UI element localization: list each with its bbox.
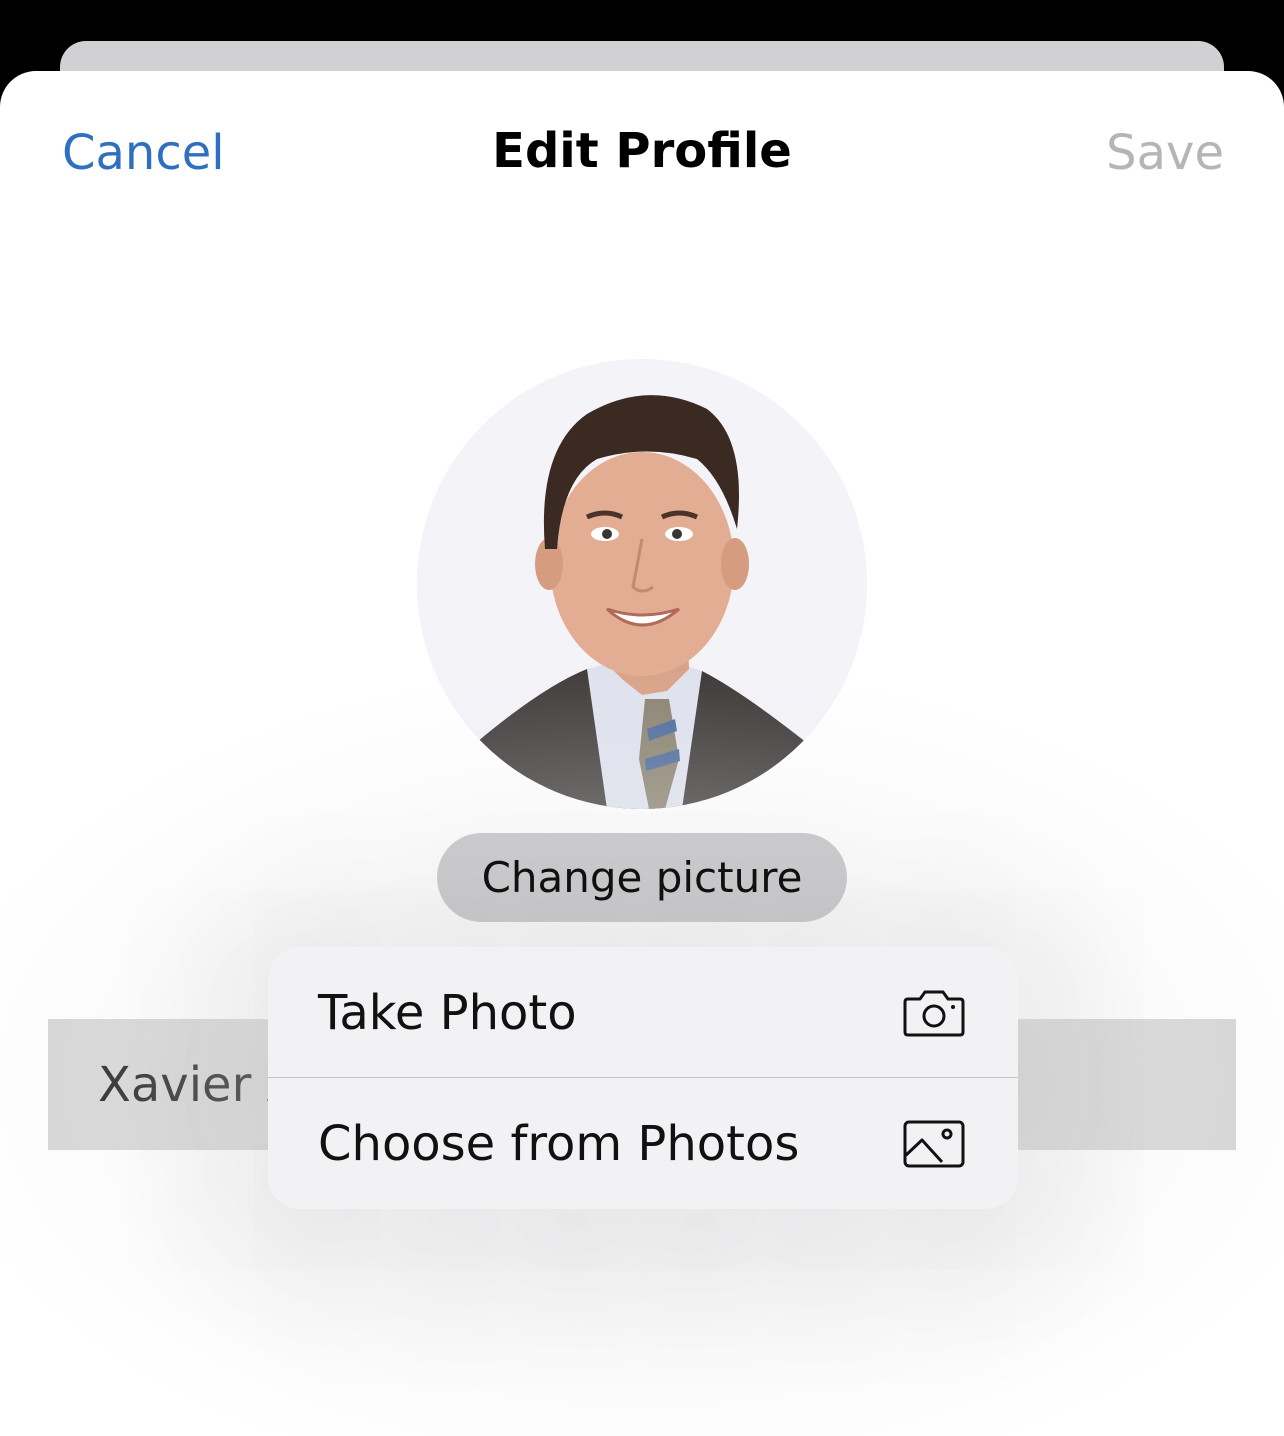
- photo-source-menu: Take Photo Choose from Photos: [268, 947, 1018, 1209]
- avatar[interactable]: [417, 359, 867, 809]
- menu-item-take-photo[interactable]: Take Photo: [268, 947, 1018, 1078]
- menu-item-choose-from-photos[interactable]: Choose from Photos: [268, 1078, 1018, 1209]
- screen: Cancel Edit Profile Save Xavier A Change…: [0, 0, 1284, 1436]
- menu-item-label: Choose from Photos: [318, 1116, 800, 1172]
- camera-icon: [902, 987, 966, 1039]
- change-picture-button[interactable]: Change picture: [437, 833, 847, 922]
- save-button[interactable]: Save: [1106, 125, 1224, 181]
- photo-icon: [902, 1118, 966, 1170]
- menu-item-label: Take Photo: [318, 985, 577, 1041]
- profile-photo: [417, 359, 867, 809]
- edit-profile-sheet: Cancel Edit Profile Save Xavier A Change…: [0, 71, 1284, 1436]
- page-title: Edit Profile: [492, 123, 792, 179]
